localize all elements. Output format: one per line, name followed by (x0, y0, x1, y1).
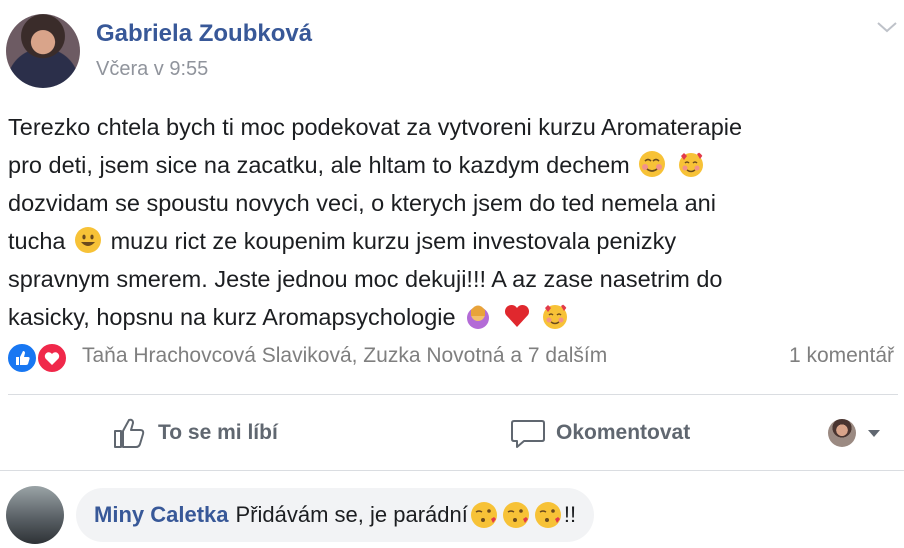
post-line-5: spravnym smerem. Jeste jednou moc dekuji… (8, 266, 723, 292)
thumbs-up-icon (114, 418, 145, 448)
smiling-face-with-hearts-emoji-icon (543, 304, 568, 329)
post-line-2: pro deti, jsem sice na zacatku, ale hlta… (8, 146, 888, 184)
red-heart-emoji-icon (504, 304, 529, 327)
post-line-6: kasicky, hopsnu na kurz Aromapsychologie (8, 298, 888, 336)
reaction-icons[interactable] (6, 342, 76, 374)
like-button[interactable]: To se mi líbí (112, 414, 278, 452)
smiling-face-emoji-icon (639, 151, 666, 177)
chevron-down-icon[interactable] (874, 16, 900, 38)
comment-text-suffix: !! (563, 502, 577, 527)
smiling-face-with-hearts-emoji-icon (678, 152, 703, 177)
caret-down-icon (868, 430, 880, 437)
comment-text: Přidávám se, je parádní (235, 502, 468, 527)
comment-item: Miny Caletka Přidávám se, je parádní !! (0, 486, 904, 546)
comment-button[interactable]: Okomentovat (510, 414, 690, 452)
post-line-3: dozvidam se spoustu novych veci, o ktery… (8, 190, 716, 216)
comment-bubble: Miny Caletka Přidávám se, je parádní !! (76, 488, 595, 542)
author-avatar[interactable] (6, 14, 80, 88)
love-reaction-icon (36, 342, 68, 374)
grinning-face-emoji-icon (75, 227, 102, 253)
like-button-label: To se mi líbí (158, 421, 278, 444)
face-blowing-kiss-emoji-icon (534, 502, 561, 528)
face-blowing-kiss-emoji-icon (502, 502, 529, 528)
reaction-names[interactable]: Taňa Hrachovcová Slaviková, Zuzka Novotn… (82, 344, 607, 368)
post-line-1: Terezko chtela bych ti moc podekovat za … (8, 114, 743, 140)
facebook-post: Gabriela Zoubková Včera v 9:55 Terezko c… (0, 0, 904, 548)
divider (0, 470, 904, 471)
divider (8, 394, 898, 395)
speech-bubble-icon (511, 420, 545, 448)
comment-button-label: Okomentovat (556, 421, 691, 444)
commenter-name[interactable]: Miny Caletka (94, 502, 229, 528)
reaction-as-selector[interactable] (828, 414, 884, 452)
post-author-name[interactable]: Gabriela Zoubková (96, 20, 312, 48)
commenter-avatar[interactable] (6, 486, 64, 544)
face-blowing-kiss-emoji-icon (470, 502, 497, 528)
post-actions-bar: To se mi líbí Okomentovat (0, 398, 904, 470)
post-body: Terezko chtela bych ti moc podekovat za … (8, 108, 888, 336)
reactions-summary: Taňa Hrachovcová Slaviková, Zuzka Novotn… (6, 340, 900, 374)
current-user-avatar (828, 419, 856, 447)
like-reaction-icon (6, 342, 38, 374)
post-timestamp[interactable]: Včera v 9:55 (96, 58, 208, 81)
person-gesturing-emoji-icon (467, 305, 490, 329)
comment-count-link[interactable]: 1 komentář (789, 344, 894, 368)
post-line-4: tucha muzu rict ze koupenim kurzu jsem i… (8, 227, 677, 254)
